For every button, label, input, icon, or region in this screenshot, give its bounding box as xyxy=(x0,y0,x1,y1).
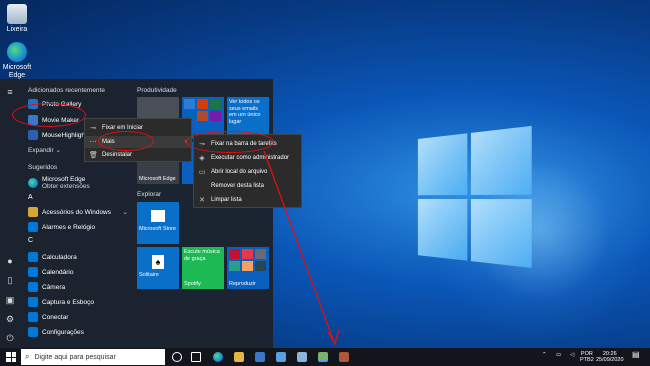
annotation-arrow xyxy=(263,150,340,346)
